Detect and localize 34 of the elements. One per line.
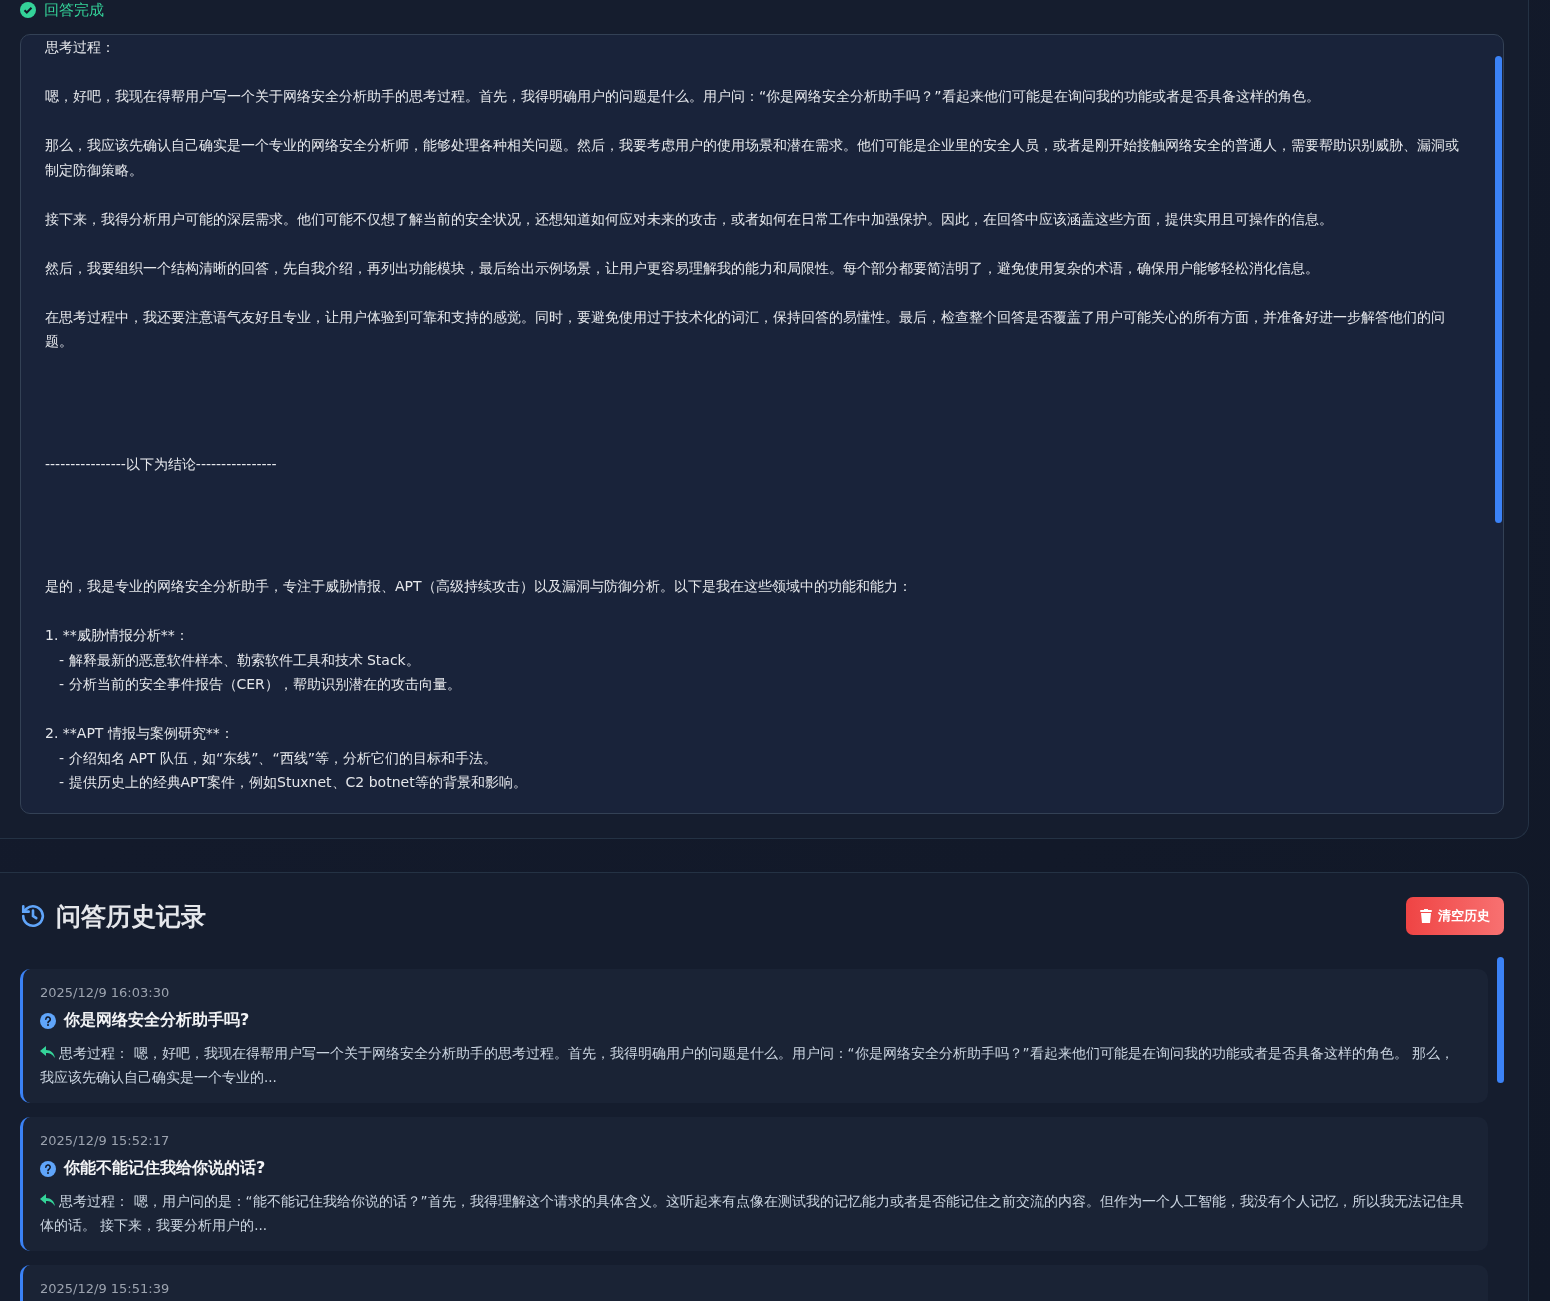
answer-paragraph: 接下来，我得分析用户可能的深层需求。他们可能不仅想了解当前的安全状况，还想知道如何应对未来的攻击，或者如何在日常工作中加强保护。因此，在回答中应该涵盖这些方面，提供实用且可操作的信息。 [45, 209, 1334, 229]
history-time: 2025/12/9 15:52:17 [40, 1133, 171, 1148]
history-item[interactable]: 2025/12/9 15:52:17 你能不能记住我给你说的话? 思考过程： 嗯，用户问的是：“能不能记住我给你说的话？”首先，我得理解这个请求的具体含义。这听起来有点像在测试我的记忆能力或者是否能记住之前交流的内容。但作为一个人工智能，我没有个人记忆，所以我无法记住具体的话。 接下来，我要分析用户的... [20, 1117, 1488, 1251]
answer-paragraph: 2. **APT 情报与案例研究**： [45, 724, 235, 743]
history-item[interactable]: 2025/12/9 16:03:30 你是网络安全分析助手吗? 思考过程： 嗯，好吧，我现在得帮用户写一个关于网络安全分析助手的思考过程。首先，我得明确用户的问题是什么。用户问：“你是网络安全分析助手吗？”看起来他们可能是在询问我的功能或者是否具备这样的角色。 那么，我应该先确认自己确实是一个专业的... [20, 969, 1488, 1103]
answer-paragraph: 是的，我是专业的网络安全分析助手，专注于威胁情报、APT（高级持续攻击）以及漏洞与防御分析。以下是我在这些领域中的功能和能力： [45, 577, 913, 596]
history-icon [20, 903, 46, 929]
answer-paragraph: 然后，我要组织一个结构清晰的回答，先自我介绍，再列出功能模块，最后给出示例场景，让用户更容易理解我的能力和局限性。每个部分都要简洁明了，避免使用复杂的术语，确保用户能够轻松消化信息。 [45, 258, 1320, 278]
answer-paragraph: 1. **威胁情报分析**： [45, 626, 190, 645]
history-question: 你能不能记住我给你说的话? [64, 1158, 266, 1179]
question-icon [40, 1012, 56, 1029]
answer-paragraph: 那么，我应该先确认自己确实是一个专业的网络安全分析师，能够处理各种相关问题。然后，我要考虑用户的使用场景和潜在需求。他们可能是企业里的安全人员，或者是刚开始接触网络安全的普通人，需要帮助识别威胁、漏洞或制定防御策略。 [45, 136, 1460, 180]
history-answer: 思考过程： 嗯，好吧，我现在得帮用户写一个关于网络安全分析助手的思考过程。首先，我得明确用户的问题是什么。用户问：“你是网络安全分析助手吗？”看起来他们可能是在询问我的功能或者是否具备这样的角色。 那么，我应该先确认自己确实是一个专业的... [40, 1044, 1455, 1087]
status-label: 回答完成 [44, 1, 104, 19]
history-time: 2025/12/9 15:51:39 [40, 1281, 171, 1296]
scrollbar-thumb[interactable] [1495, 56, 1502, 523]
conclusion-divider: ----------------以下为结论---------------- [45, 454, 278, 474]
history-question: 你是网络安全分析助手吗? [64, 1010, 250, 1031]
reply-icon [40, 1194, 55, 1206]
answer-bullet: - 提供历史上的经典APT案件，例如Stuxnet、C2 botnet等的背景和影响。 [59, 773, 528, 792]
answer-paragraph: 嗯，好吧，我现在得帮用户写一个关于网络安全分析助手的思考过程。首先，我得明确用户的问题是什么。用户问：“你是网络安全分析助手吗？”看起来他们可能是在询问我的功能或者是否具备这样的角色。 [45, 87, 1321, 106]
reply-icon [40, 1046, 55, 1058]
history-answer: 思考过程： 嗯，用户问的是：“能不能记住我给你说的话？”首先，我得理解这个请求的具体含义。这听起来有点像在测试我的记忆能力或者是否能记住之前交流的内容。但作为一个人工智能，我没有个人记忆，所以我无法记住具体的话。 接下来，我要分析用户的... [40, 1192, 1465, 1235]
scrollbar-thumb[interactable] [1497, 957, 1504, 1083]
answer-paragraph: 在思考过程中，我还要注意语气友好且专业，让用户体验到可靠和支持的感觉。同时，要避免使用过于技术化的词汇，保持回答的易懂性。最后，检查整个回答是否覆盖了用户可能关心的所有方面，并准备好进一步解答他们的问题。 [45, 307, 1446, 351]
history-time: 2025/12/9 16:03:30 [40, 985, 171, 1000]
answer-bullet: - 分析当前的安全事件报告（CER），帮助识别潜在的攻击向量。 [59, 675, 462, 694]
answer-bullet: - 解释最新的恶意软件样本、勒索软件工具和技术 Stack。 [59, 650, 421, 670]
answer-paragraph: 思考过程： [45, 38, 116, 57]
history-item[interactable]: 2025/12/9 15:51:39 [20, 1265, 1488, 1301]
question-icon [40, 1160, 56, 1177]
trash-icon [1420, 909, 1432, 923]
history-title: 问答历史记录 [56, 900, 206, 933]
answer-bullet: - 介绍知名 APT 队伍，如“东线”、“西线”等，分析它们的目标和手法。 [59, 748, 498, 768]
